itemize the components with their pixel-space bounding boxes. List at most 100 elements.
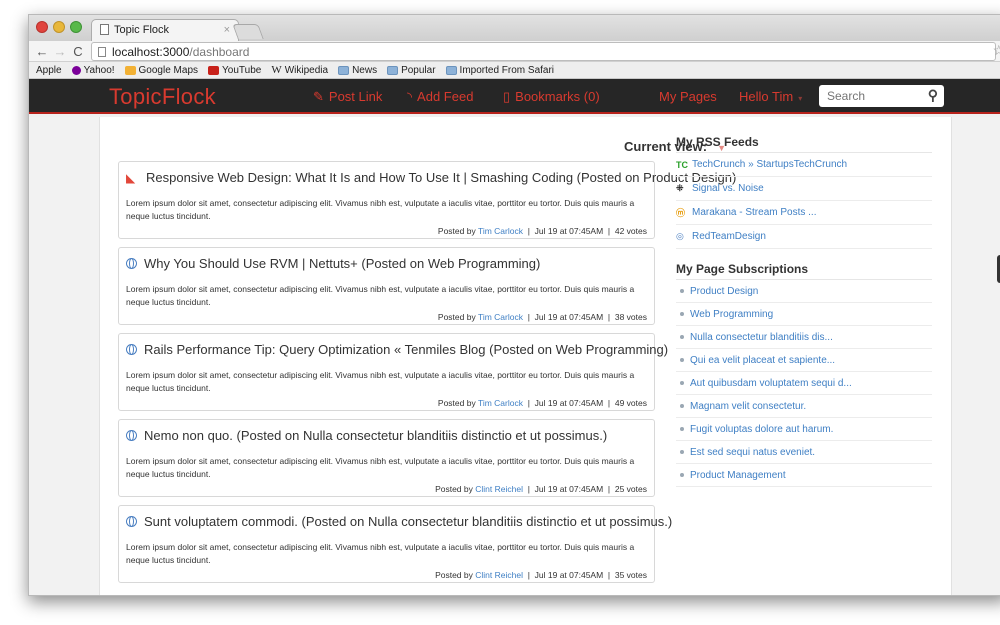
separator: | xyxy=(607,226,611,236)
feed-label: RedTeamDesign xyxy=(692,231,766,242)
page-icon xyxy=(100,24,109,35)
post-card: Sunt voluptatem commodi. (Posted on Null… xyxy=(118,505,672,583)
forward-arrow-icon[interactable]: → xyxy=(51,44,69,59)
subscription-label: Web Programming xyxy=(690,308,774,320)
feed-item[interactable]: ◎ RedTeamDesign xyxy=(676,225,932,249)
vote-count[interactable]: 42 votes xyxy=(615,226,647,236)
post-excerpt: Lorem ipsum dolor sit amet, consectetur … xyxy=(126,198,635,221)
wikipedia-icon: W xyxy=(271,64,282,76)
address-bar[interactable]: localhost:3000/dashboard xyxy=(91,42,996,61)
vote-count[interactable]: 25 votes xyxy=(615,484,647,494)
post-card: Rails Performance Tip: Query Optimizatio… xyxy=(118,333,668,411)
post-date: Jul 19 at 07:45AM xyxy=(534,484,604,494)
globe-icon: ◎ xyxy=(676,231,684,241)
reload-icon[interactable]: C xyxy=(69,44,87,59)
post-title[interactable]: Sunt voluptatem commodi. (Posted on Null… xyxy=(126,514,672,529)
yahoo-icon xyxy=(71,65,81,75)
nav-label: Post Link xyxy=(328,89,383,104)
bullet xyxy=(680,335,684,339)
minimize-window-button[interactable] xyxy=(53,21,65,33)
post-title-text: Rails Performance Tip: Query Optimizatio… xyxy=(144,342,669,357)
bookmark-yahoo[interactable]: Yahoo! xyxy=(71,65,115,76)
post-title[interactable]: Why You Should Use RVM | Nettuts+ (Poste… xyxy=(126,256,540,271)
feed-item[interactable]: ⁜ Signal vs. Noise xyxy=(676,177,932,201)
bookmark-star-icon[interactable]: ☆ xyxy=(992,42,1000,59)
back-arrow-icon[interactable]: ← xyxy=(33,44,51,59)
author-link[interactable]: Tim Carlock xyxy=(478,312,523,322)
close-window-button[interactable] xyxy=(36,21,48,33)
bookmark-label: Imported From Safari xyxy=(459,64,555,76)
post-date: Jul 19 at 07:45AM xyxy=(534,570,604,580)
zoom-window-button[interactable] xyxy=(70,21,82,33)
subscription-label: Magnam velit consectetur. xyxy=(690,400,807,412)
post-title[interactable]: Rails Performance Tip: Query Optimizatio… xyxy=(126,342,668,357)
bookmark-wikipedia[interactable]: W Wikipedia xyxy=(271,64,328,76)
vote-count[interactable]: 49 votes xyxy=(615,398,647,408)
bookmark-google-maps[interactable]: Google Maps xyxy=(124,65,198,76)
posted-by-label: Posted by xyxy=(437,398,476,408)
smashing-magazine-icon: ◣ xyxy=(126,170,136,185)
post-link-nav[interactable]: ✎ Post Link xyxy=(313,89,382,105)
author-link[interactable]: Clint Reichel xyxy=(475,484,523,494)
subscription-item[interactable]: Product Design xyxy=(676,280,932,303)
add-feed-nav[interactable]: ◝ Add Feed xyxy=(407,89,473,105)
new-tab-button[interactable] xyxy=(232,24,264,39)
bookmark-folder-news[interactable]: News xyxy=(338,65,377,76)
browser-tab[interactable]: Topic Flock × xyxy=(91,19,239,41)
feed-item[interactable]: ⓜ Marakana - Stream Posts ... xyxy=(676,201,932,225)
subscription-item[interactable]: Fugit voluptas dolore aut harum. xyxy=(676,418,932,441)
37signals-icon: ⁜ xyxy=(676,183,684,193)
author-link[interactable]: Clint Reichel xyxy=(475,570,523,580)
globe-icon xyxy=(126,344,137,355)
separator: | xyxy=(527,226,530,236)
bookmark-label: Wikipedia xyxy=(284,64,329,76)
search-icon[interactable]: ⚲ xyxy=(928,87,938,104)
subscription-item[interactable]: Product Management xyxy=(676,464,932,487)
bookmark-folder-popular[interactable]: Popular xyxy=(387,65,436,76)
post-meta: Posted by Clint Reichel | Jul 19 at 07:4… xyxy=(435,484,647,494)
post-excerpt: Lorem ipsum dolor sit amet, consectetur … xyxy=(126,370,635,393)
vote-count[interactable]: 38 votes xyxy=(615,312,647,322)
post-meta: Posted by Clint Reichel | Jul 19 at 07:4… xyxy=(435,570,647,580)
subscription-item[interactable]: Web Programming xyxy=(676,303,932,326)
site-logo[interactable]: TopicFlock xyxy=(109,84,216,110)
bookmark-apple[interactable]: Apple xyxy=(33,65,62,76)
bookmark-label: Apple xyxy=(36,64,62,76)
bookmark-label: YouTube xyxy=(222,64,262,76)
search-input[interactable] xyxy=(827,86,922,106)
my-pages-nav[interactable]: My Pages xyxy=(659,89,717,104)
subscription-label: Qui ea velit placeat et sapiente... xyxy=(690,354,836,366)
subscription-item[interactable]: Est sed sequi natus eveniet. xyxy=(676,441,932,464)
post-title-text: Why You Should Use RVM | Nettuts+ (Poste… xyxy=(144,256,541,271)
post-date: Jul 19 at 07:45AM xyxy=(534,312,604,322)
separator: | xyxy=(607,312,611,322)
google-maps-icon xyxy=(124,65,136,75)
main-content: Current view: ▼ ◣ Responsive Web Design: W… xyxy=(99,117,952,595)
bullet xyxy=(680,381,684,385)
posted-by-label: Posted by xyxy=(437,312,476,322)
user-menu[interactable]: Hello Tim ▾ xyxy=(739,89,802,104)
post-title[interactable]: ◣ Responsive Web Design: What It Is and H… xyxy=(126,170,736,185)
post-date: Jul 19 at 07:45AM xyxy=(534,398,604,408)
subscriptions-heading: My Page Subscriptions xyxy=(676,262,932,280)
subscription-item[interactable]: Nulla consectetur blanditiis dis... xyxy=(676,326,932,349)
vote-count[interactable]: 35 votes xyxy=(615,570,647,580)
post-title[interactable]: Nemo non quo. (Posted on Nulla consectet… xyxy=(126,428,607,443)
bookmark-folder-imported[interactable]: Imported From Safari xyxy=(445,64,555,76)
bookmark-youtube[interactable]: YouTube xyxy=(208,65,261,76)
post-meta: Posted by Tim Carlock | Jul 19 at 07:45A… xyxy=(438,312,647,322)
bookmarks-nav[interactable]: ▯ Bookmarks (0) xyxy=(503,89,600,105)
bullet xyxy=(680,404,684,408)
subscription-item[interactable]: Qui ea velit placeat et sapiente... xyxy=(676,349,932,372)
nav-label: Add Feed xyxy=(417,89,474,104)
tab-close-button[interactable]: × xyxy=(224,24,230,36)
subscription-item[interactable]: Aut quibusdam voluptatem sequi d... xyxy=(676,372,932,395)
author-link[interactable]: Tim Carlock xyxy=(478,398,523,408)
subscription-label: Product Management xyxy=(690,469,786,481)
posted-by-label: Posted by xyxy=(437,226,476,236)
subscription-item[interactable]: Magnam velit consectetur. xyxy=(676,395,932,418)
rss-feeds-heading: My RSS Feeds xyxy=(676,135,932,153)
feed-item[interactable]: TC TechCrunch » StartupsTechCrunch xyxy=(676,153,932,177)
author-link[interactable]: Tim Carlock xyxy=(478,226,523,236)
separator: | xyxy=(607,398,611,408)
